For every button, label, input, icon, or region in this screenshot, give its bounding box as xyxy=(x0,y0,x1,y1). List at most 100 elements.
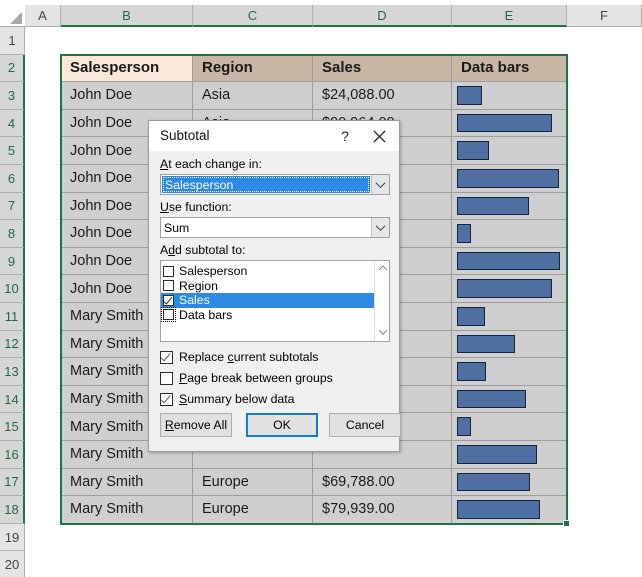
row-header-label: 10 xyxy=(4,281,19,297)
listbox-item-label: Data bars xyxy=(179,307,233,322)
row-header-3[interactable]: 3 xyxy=(0,82,25,110)
row-header-10[interactable]: 10 xyxy=(0,275,25,303)
row-header-label: 19 xyxy=(4,529,20,545)
cell-region-r18[interactable]: Europe xyxy=(193,496,313,524)
use-function-value: Sum xyxy=(164,220,190,235)
cell-text: Sales xyxy=(322,59,362,77)
scroll-up-icon[interactable] xyxy=(375,263,389,278)
row-header-5[interactable]: 5 xyxy=(0,137,25,165)
column-header-a[interactable]: A xyxy=(25,5,61,27)
listbox-item-data-bars[interactable]: Data bars xyxy=(161,307,374,323)
data-bar-r12 xyxy=(457,334,515,354)
checkbox-icon[interactable] xyxy=(160,350,173,364)
data-bar-r3 xyxy=(457,86,482,105)
listbox-item-sales[interactable]: Sales xyxy=(161,293,374,308)
data-bar-r5 xyxy=(457,141,489,160)
column-header-b[interactable]: B xyxy=(61,5,193,27)
cell-sales-r3[interactable]: $24,088.00 xyxy=(313,82,452,110)
row-header-12[interactable]: 12 xyxy=(0,330,25,359)
row-header-13[interactable]: 13 xyxy=(0,358,25,386)
data-bar-r13 xyxy=(457,362,486,381)
listbox-scrollbar[interactable] xyxy=(374,261,389,341)
listbox-item-label: Sales xyxy=(179,293,210,308)
table-header-data-bars[interactable]: Data bars xyxy=(452,54,567,83)
row-header-6[interactable]: 6 xyxy=(0,165,25,193)
data-bar-r17 xyxy=(457,472,530,492)
row-header-1[interactable]: 1 xyxy=(0,27,25,55)
row-header-17[interactable]: 17 xyxy=(0,468,25,497)
checkbox-icon[interactable] xyxy=(162,294,174,306)
row-header-label: 20 xyxy=(4,557,20,573)
data-bar-r10 xyxy=(457,279,552,298)
option-summary-below-data[interactable]: Summary below data xyxy=(160,392,295,406)
row-header-15[interactable]: 15 xyxy=(0,413,25,441)
row-header-19[interactable]: 19 xyxy=(0,523,25,552)
row-header-14[interactable]: 14 xyxy=(0,385,25,414)
use-function-combobox[interactable]: Sum xyxy=(160,217,390,238)
checkbox-icon[interactable] xyxy=(163,280,174,292)
chevron-down-icon[interactable] xyxy=(371,175,389,194)
use-function-label: Use function: xyxy=(160,200,232,214)
add-subtotal-label: Add subtotal to: xyxy=(160,243,246,257)
row-header-label: 6 xyxy=(7,170,16,186)
table-header-salesperson[interactable]: Salesperson xyxy=(61,54,193,83)
listbox-item-region[interactable]: Region xyxy=(161,279,374,294)
column-header-d[interactable]: D xyxy=(313,5,452,27)
close-x-glyph xyxy=(373,130,385,142)
listbox-item-salesperson[interactable]: Salesperson xyxy=(161,264,374,279)
option-replace-current-subtotals[interactable]: Replace current subtotals xyxy=(160,350,318,364)
ok-button[interactable]: OK xyxy=(246,413,318,437)
table-header-region[interactable]: Region xyxy=(193,54,313,83)
help-icon[interactable]: ? xyxy=(335,126,355,146)
row-header-2[interactable]: 2 xyxy=(0,54,25,83)
cell-text: John Doe xyxy=(70,115,133,132)
row-header-20[interactable]: 20 xyxy=(0,551,25,577)
cell-region-r17[interactable]: Europe xyxy=(193,468,313,497)
cell-text: John Doe xyxy=(70,225,133,242)
row-header-label: 14 xyxy=(4,391,19,407)
cell-sales-r17[interactable]: $69,788.00 xyxy=(313,468,452,497)
chevron-down-icon[interactable] xyxy=(371,218,389,237)
row-header-11[interactable]: 11 xyxy=(0,303,25,331)
selection-fill-handle[interactable] xyxy=(563,519,570,527)
checkbox-icon[interactable] xyxy=(160,371,173,385)
checkbox-icon[interactable] xyxy=(163,265,174,277)
cell-text: John Doe xyxy=(70,280,133,297)
checkbox-icon[interactable] xyxy=(160,392,173,406)
row-header-label: 15 xyxy=(4,419,19,435)
data-bar-r15 xyxy=(457,417,471,436)
row-header-4[interactable]: 4 xyxy=(0,109,25,138)
table-header-sales[interactable]: Sales xyxy=(313,54,452,83)
close-icon[interactable] xyxy=(367,126,391,146)
listbox-item-label: Salesperson xyxy=(179,264,248,279)
cell-text: John Doe xyxy=(70,197,133,214)
cell-salesperson-r18[interactable]: Mary Smith xyxy=(61,496,193,524)
cell-text: $69,788.00 xyxy=(322,473,395,490)
checkbox-icon[interactable] xyxy=(161,307,176,323)
row-header-8[interactable]: 8 xyxy=(0,220,25,248)
column-header-e[interactable]: E xyxy=(452,5,567,27)
data-bar-r18 xyxy=(457,500,540,519)
remove-all-button[interactable]: Remove All xyxy=(160,413,232,437)
add-subtotal-listbox[interactable]: Salesperson Region Sales Data bars xyxy=(160,260,390,342)
cell-salesperson-r3[interactable]: John Doe xyxy=(61,82,193,110)
column-header-f[interactable]: F xyxy=(567,5,642,27)
scroll-down-icon[interactable] xyxy=(375,324,389,339)
row-header-16[interactable]: 16 xyxy=(0,441,25,469)
row-header-7[interactable]: 7 xyxy=(0,192,25,221)
data-bar-r9 xyxy=(457,251,560,271)
select-all-corner[interactable] xyxy=(0,5,25,27)
cell-text: Mary Smith xyxy=(70,446,144,463)
dialog-title-bar: Subtotal ? xyxy=(149,121,399,151)
row-header-9[interactable]: 9 xyxy=(0,247,25,276)
cell-sales-r18[interactable]: $79,939.00 xyxy=(313,496,452,524)
data-bar-r14 xyxy=(457,389,526,409)
at-each-change-combobox[interactable]: Salesperson xyxy=(160,174,390,195)
cancel-button[interactable]: Cancel xyxy=(329,413,401,437)
cell-salesperson-r17[interactable]: Mary Smith xyxy=(61,468,193,497)
row-header-18[interactable]: 18 xyxy=(0,496,25,524)
column-header-c[interactable]: C xyxy=(193,5,313,27)
cell-region-r3[interactable]: Asia xyxy=(193,82,313,110)
select-all-triangle-icon xyxy=(10,12,22,24)
option-page-break-between-groups[interactable]: Page break between groups xyxy=(160,371,333,385)
